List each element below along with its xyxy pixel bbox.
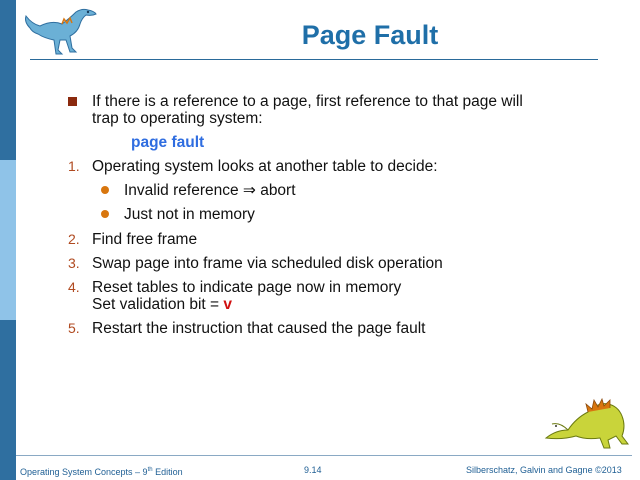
- page-fault-keyword: page fault: [131, 134, 205, 151]
- slide: Page Fault If there is a reference to a …: [0, 0, 640, 480]
- validation-bit-value: v: [223, 296, 233, 313]
- step-number: 2.: [68, 231, 80, 247]
- footer-page-number: 9.14: [304, 465, 322, 475]
- dot-bullet: [101, 210, 109, 218]
- intro-line-1: If there is a reference to a page, first…: [92, 93, 523, 110]
- step-number: 5.: [68, 320, 80, 336]
- step-text: Find free frame: [92, 231, 198, 248]
- footer-book-title: Operating System Concepts – 9th Edition: [20, 465, 183, 478]
- subitem-text: Just not in memory: [124, 206, 255, 223]
- step-text: Operating system looks at another table …: [92, 158, 438, 175]
- footer-divider: [16, 455, 632, 456]
- step-text-line-2: Set validation bit = v: [92, 296, 232, 313]
- dot-bullet: [101, 186, 109, 194]
- intro-line-2: trap to operating system:: [92, 110, 263, 127]
- footer-book-prefix: Operating System Concepts – 9: [20, 467, 148, 477]
- footer-book-suffix: Edition: [152, 467, 183, 477]
- step-number: 4.: [68, 279, 80, 295]
- footer-copyright: Silberschatz, Galvin and Gagne ©2013: [466, 465, 622, 475]
- subitem-text: Invalid reference ⇒ abort: [124, 182, 296, 199]
- step-number: 1.: [68, 158, 80, 174]
- square-bullet: [68, 97, 77, 106]
- validation-bit-label: Set validation bit =: [92, 296, 224, 313]
- step-text: Restart the instruction that caused the …: [92, 320, 426, 337]
- step-text: Swap page into frame via scheduled disk …: [92, 255, 443, 272]
- step-text: Reset tables to indicate page now in mem…: [92, 279, 402, 296]
- step-number: 3.: [68, 255, 80, 271]
- dinosaur-logo-icon: [544, 397, 629, 449]
